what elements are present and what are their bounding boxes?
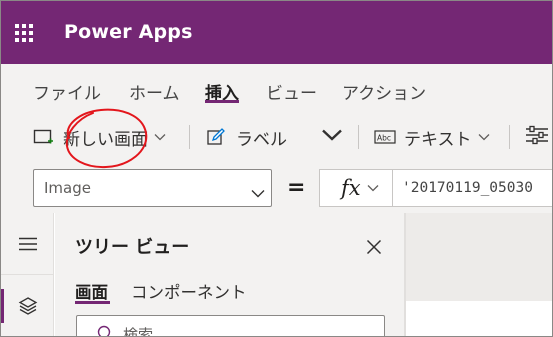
controls-button[interactable] [525, 124, 549, 150]
label-dropdown-button[interactable] [321, 124, 343, 150]
search-icon [95, 325, 111, 336]
layers-icon[interactable] [1, 291, 54, 321]
tab-home[interactable]: ホーム [129, 79, 180, 104]
formula-bar: Image = fx '20170119_05030 [1, 163, 552, 213]
tab-action[interactable]: アクション [342, 79, 426, 104]
ribbon-menu-bar: ファイル ホーム 挿入 ビュー アクション [1, 64, 552, 110]
chevron-down-icon [251, 183, 265, 202]
label-button[interactable]: ラベル [206, 124, 287, 150]
tree-search-input[interactable]: 検索 [76, 315, 385, 337]
app-title: Power Apps [64, 21, 193, 43]
fx-icon: fx [341, 176, 361, 200]
sliders-icon [525, 125, 549, 150]
equals-sign: = [287, 175, 306, 200]
rail-divider [1, 274, 54, 275]
property-dropdown[interactable]: Image [33, 169, 272, 207]
text-label: テキスト [404, 129, 472, 150]
chevron-down-icon [154, 133, 166, 141]
active-pane-tab-indicator [75, 301, 110, 304]
app-window: Power Apps ファイル ホーム 挿入 ビュー アクション 新しい画面 ラ… [0, 0, 553, 337]
pane-title: ツリー ビュー [75, 237, 190, 258]
toolbar-divider [358, 125, 359, 149]
close-icon[interactable] [362, 235, 386, 259]
chevron-down-icon [367, 184, 379, 192]
command-bar: 新しい画面 ラベル Abc テキスト [1, 110, 552, 163]
formula-input[interactable]: '20170119_05030 [393, 169, 552, 207]
active-tab-indicator [205, 100, 239, 103]
chevron-down-icon [478, 133, 490, 141]
tree-view-pane: ツリー ビュー 画面 コンポーネント 検索 [55, 213, 406, 337]
edit-label-icon [206, 127, 226, 147]
formula-value: '20170119_05030 [402, 180, 533, 196]
tab-screens[interactable]: 画面 [75, 279, 108, 303]
new-screen-button[interactable]: 新しい画面 [33, 124, 166, 150]
toolbar-divider [509, 125, 510, 149]
left-rail [1, 213, 54, 336]
fx-button[interactable]: fx [319, 169, 393, 207]
chevron-down-icon [321, 127, 343, 147]
canvas-screen[interactable] [406, 301, 552, 336]
text-button[interactable]: Abc テキスト [374, 124, 490, 150]
title-bar: Power Apps [1, 1, 552, 64]
app-launcher-icon[interactable] [1, 1, 46, 64]
new-screen-icon [33, 127, 55, 147]
text-input-icon: Abc [374, 129, 396, 145]
tab-components[interactable]: コンポーネント [131, 279, 247, 303]
toolbar-divider [189, 125, 190, 149]
property-value: Image [44, 179, 91, 197]
hamburger-icon[interactable] [1, 231, 54, 257]
tab-view[interactable]: ビュー [266, 79, 317, 104]
tab-file[interactable]: ファイル [33, 79, 101, 104]
new-screen-label: 新しい画面 [63, 129, 148, 150]
search-placeholder: 検索 [123, 326, 154, 337]
label-label: ラベル [236, 129, 287, 150]
svg-text:Abc: Abc [377, 134, 391, 143]
